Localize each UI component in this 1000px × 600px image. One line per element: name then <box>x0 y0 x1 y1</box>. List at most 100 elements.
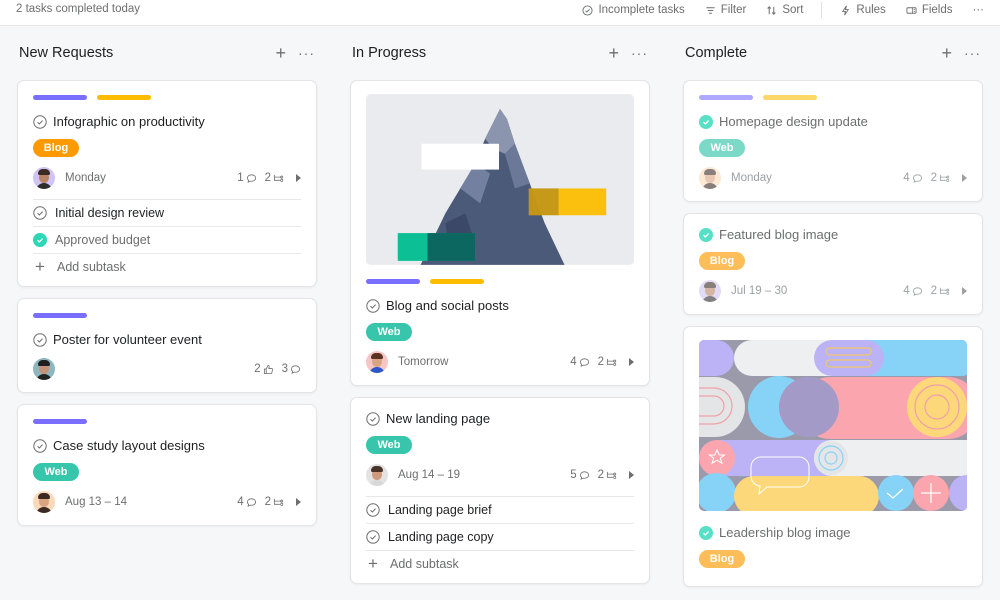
avatar[interactable] <box>366 351 388 373</box>
avatar[interactable] <box>366 464 388 486</box>
avatar[interactable] <box>699 280 721 302</box>
complete-check-icon[interactable] <box>33 114 47 129</box>
tag-blog: Blog <box>33 139 79 157</box>
subtask-check-icon[interactable] <box>33 206 47 220</box>
due-date: Monday <box>731 172 772 184</box>
complete-check-icon[interactable] <box>366 411 380 426</box>
column-header: New Requests + ··· <box>17 26 317 80</box>
subtask-check-icon[interactable] <box>366 503 380 517</box>
expand-subtasks-icon[interactable] <box>962 287 967 295</box>
task-title: Featured blog image <box>719 227 839 242</box>
subtask-item[interactable]: Landing page copy <box>366 524 634 551</box>
custom-field-bars <box>33 313 301 318</box>
expand-subtasks-icon[interactable] <box>962 174 967 182</box>
task-card[interactable]: Blog and social posts Web Tomorrow 4 2 <box>350 80 650 386</box>
subtask-item[interactable]: Approved budget <box>33 227 301 254</box>
toolbar-divider <box>821 2 823 18</box>
purple-field-bar <box>33 95 87 100</box>
due-date: Jul 19 – 30 <box>731 285 788 297</box>
subtask-item[interactable]: Initial design review <box>33 200 301 227</box>
mountain-image <box>366 94 634 265</box>
task-card[interactable]: New landing page Web Aug 14 – 19 5 2 Lan… <box>350 397 650 584</box>
yellow-field-bar <box>763 95 817 100</box>
complete-check-icon[interactable] <box>366 298 380 313</box>
subtask-icon <box>939 287 950 295</box>
add-task-button[interactable]: + <box>941 44 952 62</box>
yellow-field-bar <box>97 95 151 100</box>
incomplete-tasks-label: Incomplete tasks <box>598 4 685 16</box>
completed-check-icon[interactable] <box>699 227 713 242</box>
rules-button[interactable]: Rules <box>840 4 886 16</box>
expand-subtasks-icon[interactable] <box>296 174 301 182</box>
more-options-button[interactable]: ··· <box>973 4 985 16</box>
avatar[interactable] <box>33 167 55 189</box>
filter-label: Filter <box>720 4 747 16</box>
completion-status: 2 tasks completed today <box>16 3 141 15</box>
expand-subtasks-icon[interactable] <box>296 498 301 506</box>
completed-check-icon[interactable] <box>699 114 713 129</box>
fields-button[interactable]: Fields <box>906 4 953 16</box>
completed-check-icon[interactable] <box>699 525 713 540</box>
add-task-button[interactable]: + <box>608 44 619 62</box>
comment-icon <box>912 173 922 183</box>
complete-check-icon[interactable] <box>33 438 47 453</box>
complete-check-icon[interactable] <box>33 332 47 347</box>
subtask-item[interactable]: Landing page brief <box>366 497 634 524</box>
filter-button[interactable]: Filter <box>705 4 747 16</box>
column-in-progress: In Progress + ··· Blog and social posts … <box>350 26 650 595</box>
add-subtask-button[interactable]: + Add subtask <box>366 551 634 577</box>
subtask-icon <box>273 174 284 182</box>
comment-count: 4 <box>570 356 589 368</box>
subtask-count: 2 <box>265 496 284 508</box>
sort-button[interactable]: Sort <box>766 4 803 16</box>
comment-icon <box>912 286 922 296</box>
subtask-label: Landing page copy <box>388 530 494 544</box>
tag-web: Web <box>366 436 412 454</box>
subtask-icon <box>273 498 284 506</box>
column-more-button[interactable]: ··· <box>298 45 315 61</box>
comment-icon <box>290 364 301 374</box>
comment-count: 1 <box>237 172 256 184</box>
task-card[interactable]: Infographic on productivity Blog Monday … <box>17 80 317 287</box>
task-title: Homepage design update <box>719 114 868 129</box>
subtask-label: Initial design review <box>55 206 165 220</box>
subtask-check-icon[interactable] <box>366 530 380 544</box>
column-new-requests: New Requests + ··· Infographic on produc… <box>17 26 317 537</box>
task-card[interactable]: Leadership blog image Blog <box>683 326 983 587</box>
task-card[interactable]: Homepage design update Web Monday 4 2 <box>683 80 983 202</box>
column-more-button[interactable]: ··· <box>964 45 981 61</box>
avatar[interactable] <box>33 358 55 380</box>
avatar[interactable] <box>699 167 721 189</box>
custom-field-bars <box>699 95 967 100</box>
comment-icon <box>579 470 589 480</box>
column-header: In Progress + ··· <box>350 26 650 80</box>
column-more-button[interactable]: ··· <box>631 45 648 61</box>
custom-field-bars <box>33 95 301 100</box>
sort-icon <box>767 5 777 15</box>
plus-icon: + <box>368 554 378 573</box>
tag-web: Web <box>366 323 412 341</box>
due-date: Tomorrow <box>398 356 449 368</box>
comment-icon <box>579 357 589 367</box>
expand-subtasks-icon[interactable] <box>629 358 634 366</box>
subtask-list: Landing page brief Landing page copy + A… <box>366 496 634 577</box>
incomplete-tasks-button[interactable]: Incomplete tasks <box>582 4 685 16</box>
comment-count: 3 <box>282 363 301 375</box>
task-card[interactable]: Featured blog image Blog Jul 19 – 30 4 2 <box>683 213 983 315</box>
add-task-button[interactable]: + <box>275 44 286 62</box>
task-card[interactable]: Poster for volunteer event 2 3 <box>17 298 317 393</box>
avatar[interactable] <box>33 491 55 513</box>
like-count[interactable]: 2 <box>254 363 273 375</box>
column-title: Complete <box>685 45 748 61</box>
fields-label: Fields <box>921 4 953 16</box>
subtask-list: Initial design review Approved budget + … <box>33 199 301 280</box>
subtask-icon <box>606 471 617 479</box>
comment-count: 4 <box>903 172 922 184</box>
subtask-count: 2 <box>265 172 284 184</box>
comment-count: 5 <box>570 469 589 481</box>
subtask-done-check-icon[interactable] <box>33 233 47 247</box>
expand-subtasks-icon[interactable] <box>629 471 634 479</box>
add-subtask-button[interactable]: + Add subtask <box>33 254 301 280</box>
task-card[interactable]: Case study layout designs Web Aug 13 – 1… <box>17 404 317 526</box>
purple-field-bar <box>33 419 87 424</box>
